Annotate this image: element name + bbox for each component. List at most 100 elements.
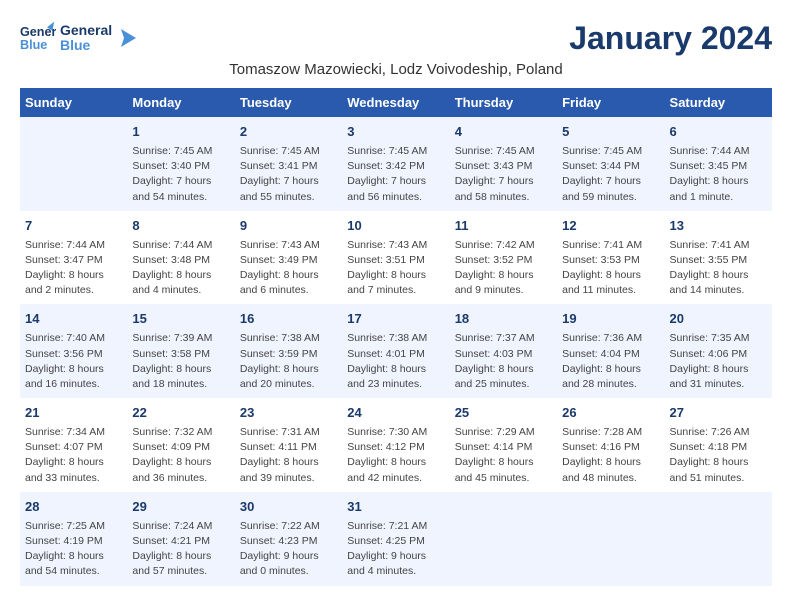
day-info-line: and 39 minutes. <box>240 471 337 486</box>
day-number: 29 <box>132 498 229 517</box>
calendar-cell: 26Sunrise: 7:28 AMSunset: 4:16 PMDayligh… <box>557 398 664 492</box>
header-wednesday: Wednesday <box>342 88 449 117</box>
day-info-line: Sunset: 4:06 PM <box>670 347 767 362</box>
day-info-line: Sunset: 3:51 PM <box>347 253 444 268</box>
calendar-cell: 3Sunrise: 7:45 AMSunset: 3:42 PMDaylight… <box>342 117 449 211</box>
calendar-cell: 7Sunrise: 7:44 AMSunset: 3:47 PMDaylight… <box>20 211 127 305</box>
calendar-cell: 16Sunrise: 7:38 AMSunset: 3:59 PMDayligh… <box>235 304 342 398</box>
day-info-line: Sunrise: 7:24 AM <box>132 519 229 534</box>
calendar-cell: 20Sunrise: 7:35 AMSunset: 4:06 PMDayligh… <box>665 304 772 398</box>
day-info-line: Sunset: 3:41 PM <box>240 159 337 174</box>
day-info-line: Daylight: 8 hours <box>670 174 767 189</box>
day-info-line: Sunset: 3:52 PM <box>455 253 552 268</box>
logo: General Blue General Blue <box>20 20 136 56</box>
day-info-line: Sunset: 4:07 PM <box>25 440 122 455</box>
day-info-line: Sunset: 3:43 PM <box>455 159 552 174</box>
day-info-line: and 14 minutes. <box>670 283 767 298</box>
day-info-line: Sunrise: 7:44 AM <box>132 238 229 253</box>
day-info-line: and 59 minutes. <box>562 190 659 205</box>
header-sunday: Sunday <box>20 88 127 117</box>
day-info-line: Daylight: 8 hours <box>670 362 767 377</box>
day-info-line: Sunset: 3:45 PM <box>670 159 767 174</box>
day-number: 16 <box>240 310 337 329</box>
calendar-cell: 6Sunrise: 7:44 AMSunset: 3:45 PMDaylight… <box>665 117 772 211</box>
calendar-cell: 30Sunrise: 7:22 AMSunset: 4:23 PMDayligh… <box>235 492 342 586</box>
calendar-cell: 10Sunrise: 7:43 AMSunset: 3:51 PMDayligh… <box>342 211 449 305</box>
day-info-line: Sunrise: 7:44 AM <box>25 238 122 253</box>
day-info-line: Sunset: 4:04 PM <box>562 347 659 362</box>
day-info-line: Daylight: 7 hours <box>347 174 444 189</box>
calendar-cell: 9Sunrise: 7:43 AMSunset: 3:49 PMDaylight… <box>235 211 342 305</box>
calendar-cell: 22Sunrise: 7:32 AMSunset: 4:09 PMDayligh… <box>127 398 234 492</box>
calendar-cell: 14Sunrise: 7:40 AMSunset: 3:56 PMDayligh… <box>20 304 127 398</box>
calendar-cell: 17Sunrise: 7:38 AMSunset: 4:01 PMDayligh… <box>342 304 449 398</box>
day-number: 3 <box>347 123 444 142</box>
day-info-line: Daylight: 7 hours <box>562 174 659 189</box>
day-number: 4 <box>455 123 552 142</box>
day-number: 8 <box>132 217 229 236</box>
day-number: 1 <box>132 123 229 142</box>
day-info-line: and 48 minutes. <box>562 471 659 486</box>
calendar-cell: 8Sunrise: 7:44 AMSunset: 3:48 PMDaylight… <box>127 211 234 305</box>
header-friday: Friday <box>557 88 664 117</box>
day-info-line: Sunset: 4:14 PM <box>455 440 552 455</box>
day-info-line: Sunrise: 7:39 AM <box>132 331 229 346</box>
day-info-line: Sunset: 3:53 PM <box>562 253 659 268</box>
page-title: January 2024 <box>569 20 772 57</box>
day-number: 6 <box>670 123 767 142</box>
day-info-line: and 31 minutes. <box>670 377 767 392</box>
day-info-line: and 16 minutes. <box>25 377 122 392</box>
day-number: 19 <box>562 310 659 329</box>
day-info-line: Daylight: 8 hours <box>240 362 337 377</box>
calendar-week-row: 21Sunrise: 7:34 AMSunset: 4:07 PMDayligh… <box>20 398 772 492</box>
day-info-line: and 58 minutes. <box>455 190 552 205</box>
day-info-line: Daylight: 9 hours <box>240 549 337 564</box>
day-info-line: Sunrise: 7:45 AM <box>132 144 229 159</box>
day-info-line: and 20 minutes. <box>240 377 337 392</box>
day-info-line: Sunrise: 7:28 AM <box>562 425 659 440</box>
day-number: 18 <box>455 310 552 329</box>
day-number: 12 <box>562 217 659 236</box>
day-info-line: and 4 minutes. <box>132 283 229 298</box>
day-info-line: Daylight: 8 hours <box>240 455 337 470</box>
day-number: 10 <box>347 217 444 236</box>
day-number: 5 <box>562 123 659 142</box>
day-info-line: Sunrise: 7:21 AM <box>347 519 444 534</box>
day-info-line: and 56 minutes. <box>347 190 444 205</box>
day-info-line: Sunrise: 7:41 AM <box>562 238 659 253</box>
calendar-cell: 4Sunrise: 7:45 AMSunset: 3:43 PMDaylight… <box>450 117 557 211</box>
calendar-cell: 27Sunrise: 7:26 AMSunset: 4:18 PMDayligh… <box>665 398 772 492</box>
day-info-line: Sunrise: 7:43 AM <box>347 238 444 253</box>
day-info-line: Daylight: 8 hours <box>25 549 122 564</box>
day-info-line: and 33 minutes. <box>25 471 122 486</box>
header-thursday: Thursday <box>450 88 557 117</box>
day-info-line: Sunrise: 7:42 AM <box>455 238 552 253</box>
day-info-line: Daylight: 8 hours <box>455 362 552 377</box>
day-info-line: and 9 minutes. <box>455 283 552 298</box>
day-info-line: and 54 minutes. <box>25 564 122 579</box>
calendar-cell: 13Sunrise: 7:41 AMSunset: 3:55 PMDayligh… <box>665 211 772 305</box>
page-header: General Blue General Blue January 2024 <box>20 20 772 57</box>
day-number: 2 <box>240 123 337 142</box>
day-info-line: Sunrise: 7:45 AM <box>455 144 552 159</box>
calendar-cell: 2Sunrise: 7:45 AMSunset: 3:41 PMDaylight… <box>235 117 342 211</box>
day-info-line: Sunset: 4:25 PM <box>347 534 444 549</box>
day-number: 7 <box>25 217 122 236</box>
calendar-week-row: 7Sunrise: 7:44 AMSunset: 3:47 PMDaylight… <box>20 211 772 305</box>
calendar-cell: 12Sunrise: 7:41 AMSunset: 3:53 PMDayligh… <box>557 211 664 305</box>
day-info-line: Sunset: 3:40 PM <box>132 159 229 174</box>
calendar-cell <box>20 117 127 211</box>
day-info-line: and 25 minutes. <box>455 377 552 392</box>
day-info-line: Sunset: 3:59 PM <box>240 347 337 362</box>
day-info-line: Daylight: 7 hours <box>240 174 337 189</box>
day-info-line: Daylight: 8 hours <box>132 455 229 470</box>
day-info-line: Sunrise: 7:45 AM <box>562 144 659 159</box>
day-number: 22 <box>132 404 229 423</box>
day-info-line: and 2 minutes. <box>25 283 122 298</box>
day-info-line: and 42 minutes. <box>347 471 444 486</box>
day-number: 15 <box>132 310 229 329</box>
day-number: 21 <box>25 404 122 423</box>
day-info-line: Sunset: 3:56 PM <box>25 347 122 362</box>
day-info-line: Daylight: 8 hours <box>347 455 444 470</box>
day-info-line: Sunrise: 7:22 AM <box>240 519 337 534</box>
